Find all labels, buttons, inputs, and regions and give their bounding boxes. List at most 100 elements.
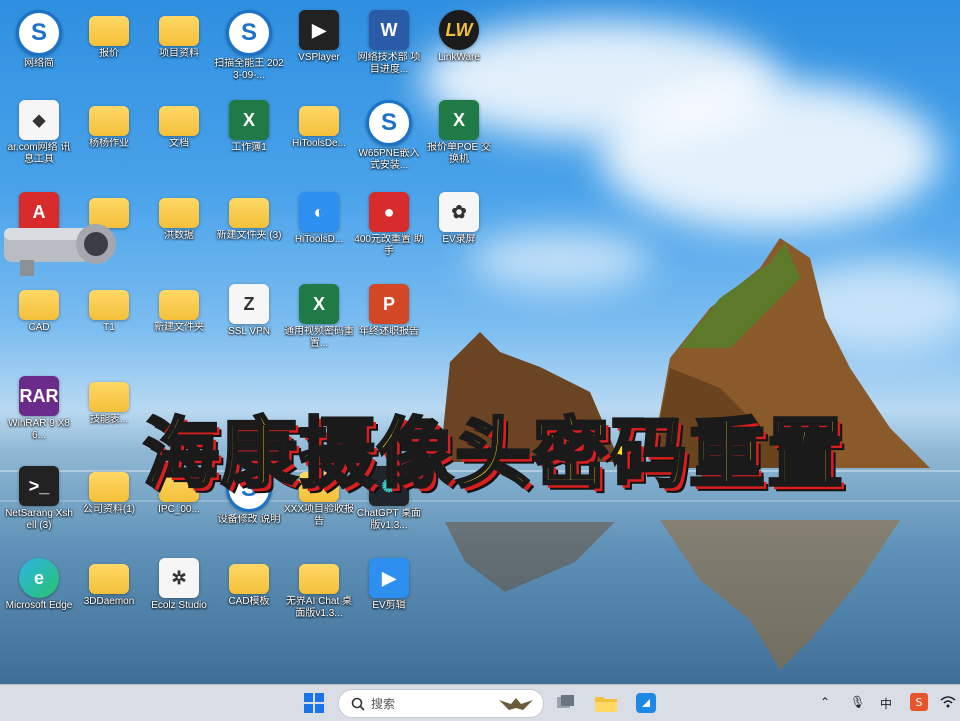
app-icon: X — [299, 284, 339, 324]
desktop-icon-xshell[interactable]: >_ NetSarang Xshell (3) — [4, 462, 74, 548]
desktop-icon-sascan[interactable]: S 扫描全能王 2023-09-... — [214, 6, 284, 92]
desktop-icon-t1[interactable]: T1 — [74, 280, 144, 366]
desktop-icon-label: 新建文件夹 (3) — [216, 230, 282, 241]
folder-icon — [159, 290, 199, 320]
desktop-icon-label: XXX项目验收报告 — [284, 504, 354, 527]
desktop-icon-ecoin[interactable]: ✲ Ecolz Studio — [144, 554, 214, 640]
wifi-icon[interactable] — [940, 695, 956, 712]
desktop-icon-wangluo[interactable]: S 网络简 — [4, 6, 74, 92]
desktop-icon-cadmuban[interactable]: CAD模板 — [214, 554, 284, 640]
app-icon: ✲ — [159, 558, 199, 598]
desktop-icon-label: WinRAR 9 X86... — [8, 418, 70, 441]
pinned-app-icon[interactable] — [632, 689, 660, 717]
desktop-icon-hitoolsd[interactable]: ◐ HiToolsD... — [284, 188, 354, 274]
desktop-icon-label: W65PNE嵌入式安装... — [358, 148, 420, 171]
desktop-icon-label: 400元改重置 助手 — [354, 234, 424, 257]
desktop-icon-label: 设备修改 说明 — [217, 514, 281, 525]
desktop-icon-label: 文档 — [169, 138, 189, 149]
desktop-icon-hitools[interactable]: HiToolsDe... — [284, 96, 354, 182]
desktop-icon-w65pne[interactable]: S W65PNE嵌入式安装... — [354, 96, 424, 182]
folder-icon — [299, 106, 339, 136]
app-icon: X — [229, 100, 269, 140]
desktop-icon-baojiadan[interactable]: X 报价单POE 交换机 — [424, 96, 494, 182]
app-icon: ● — [369, 192, 409, 232]
search-icon — [351, 697, 365, 711]
security-camera-graphic — [4, 224, 116, 276]
desktop-icon-gongzuobu[interactable]: X 工作簿1 — [214, 96, 284, 182]
ime-indicator[interactable]: 中 — [880, 695, 892, 712]
app-icon: ▶ — [299, 10, 339, 50]
desktop-icon-vsplayer[interactable]: ▶ VSPlayer — [284, 6, 354, 92]
sogou-ime-icon[interactable]: S — [910, 693, 928, 714]
desktop-icon-3dgemon[interactable]: 3DDaemon — [74, 554, 144, 640]
desktop-icon-item-r2c1[interactable]: ⬥ ar.com网络 讯息工具 — [4, 96, 74, 182]
desktop-icon-360[interactable]: ● 400元改重置 助手 — [354, 188, 424, 274]
folder-icon — [159, 198, 199, 228]
desktop-icon-label: EV录屏 — [442, 234, 476, 245]
app-icon: RAR — [19, 376, 59, 416]
desktop-icon-tongyong[interactable]: X 通用视频密码重置... — [284, 280, 354, 366]
desktop-icon-hongshuju[interactable]: 洪数据 — [144, 188, 214, 274]
desktop-icon-nianzhong[interactable]: P 年终述职报告 — [354, 280, 424, 366]
folder-icon — [89, 16, 129, 46]
app-icon: e — [19, 558, 59, 598]
desktop-icon-item-r2c2[interactable]: 杨杨作业 — [74, 96, 144, 182]
app-icon: P — [369, 284, 409, 324]
app-icon: ◐ — [299, 192, 339, 232]
desktop-icon-xinjianwenjianjia[interactable]: 新建文件夹 — [144, 280, 214, 366]
desktop-icon-label: 杨杨作业 — [89, 138, 129, 149]
desktop-icon-label: ChatGPT 桌面版v1.3... — [356, 508, 422, 531]
desktop-icon-linkware[interactable]: LW LinkWare — [424, 6, 494, 92]
microphone-icon[interactable]: 🎙 — [850, 695, 865, 709]
taskbar-search-input[interactable]: 搜索 — [338, 689, 544, 718]
task-view-icon[interactable] — [552, 689, 580, 717]
app-icon: Z — [229, 284, 269, 324]
chevron-up-icon[interactable]: ⌃ — [820, 695, 830, 709]
desktop-icon-label: Microsoft Edge — [5, 600, 73, 611]
desktop-icon-rar[interactable]: RAR WinRAR 9 X86... — [4, 372, 74, 458]
folder-icon — [89, 106, 129, 136]
folder-icon — [89, 564, 129, 594]
rock-reflection-right — [660, 520, 900, 670]
desktop-icon-label: CAD — [28, 322, 50, 333]
app-icon: S — [226, 10, 272, 56]
desktop-icon-cad[interactable]: CAD — [4, 280, 74, 366]
folder-icon — [89, 290, 129, 320]
desktop-icon-label: 报价单POE 交换机 — [427, 142, 491, 165]
windows-start-icon[interactable] — [300, 689, 328, 717]
desktop-icon-label: HiToolsD... — [294, 234, 344, 245]
desktop-icon-label: 洪数据 — [164, 230, 194, 241]
desktop-icon-edge[interactable]: e Microsoft Edge — [4, 554, 74, 640]
folder-icon — [19, 290, 59, 320]
app-icon: X — [439, 100, 479, 140]
app-icon: ✿ — [439, 192, 479, 232]
desktop-icon-label: NetSarang Xshell (3) — [5, 508, 73, 531]
desktop-icon-evluping[interactable]: ✿ EV录屏 — [424, 188, 494, 274]
desktop-icon-label: 3DDaemon — [83, 596, 135, 607]
desktop-icon-wendang[interactable]: 文档 — [144, 96, 214, 182]
app-icon: >_ — [19, 466, 59, 506]
desktop-icon-label: 通用视频密码重置... — [284, 326, 354, 349]
file-explorer-icon[interactable] — [592, 689, 620, 717]
folder-icon — [159, 106, 199, 136]
app-icon: LW — [439, 10, 479, 50]
folder-icon — [229, 564, 269, 594]
desktop-icon-xinjian3[interactable]: 新建文件夹 (3) — [214, 188, 284, 274]
app-icon: S — [16, 10, 62, 56]
desktop-icon-label: 项目资料 — [159, 48, 199, 59]
desktop-icon-label: 年终述职报告 — [359, 326, 419, 337]
rock-reflection-left — [445, 522, 615, 592]
desktop-icon-evjianji[interactable]: ▶ EV剪辑 — [354, 554, 424, 640]
desktop-icon-baojia[interactable]: 报价 — [74, 6, 144, 92]
svg-text:S: S — [916, 696, 923, 709]
folder-icon — [229, 198, 269, 228]
desktop-icon-label: IPC_00... — [158, 504, 200, 515]
desktop-icon-wangluo-doc[interactable]: W 网络技术部 项目进度... — [354, 6, 424, 92]
desktop-icon-chatgpt2[interactable]: 无界AI Chat 桌面版v1.3... — [284, 554, 354, 640]
desktop-icon-label: 报价 — [99, 48, 119, 59]
desktop-icon-xiangmuziliao[interactable]: 项目资料 — [144, 6, 214, 92]
desktop-icon-label: HiToolsDe... — [292, 138, 346, 149]
desktop-icon-sslvpn[interactable]: Z SSL VPN — [214, 280, 284, 366]
desktop-icon-label: T1 — [103, 322, 115, 333]
app-icon: W — [369, 10, 409, 50]
